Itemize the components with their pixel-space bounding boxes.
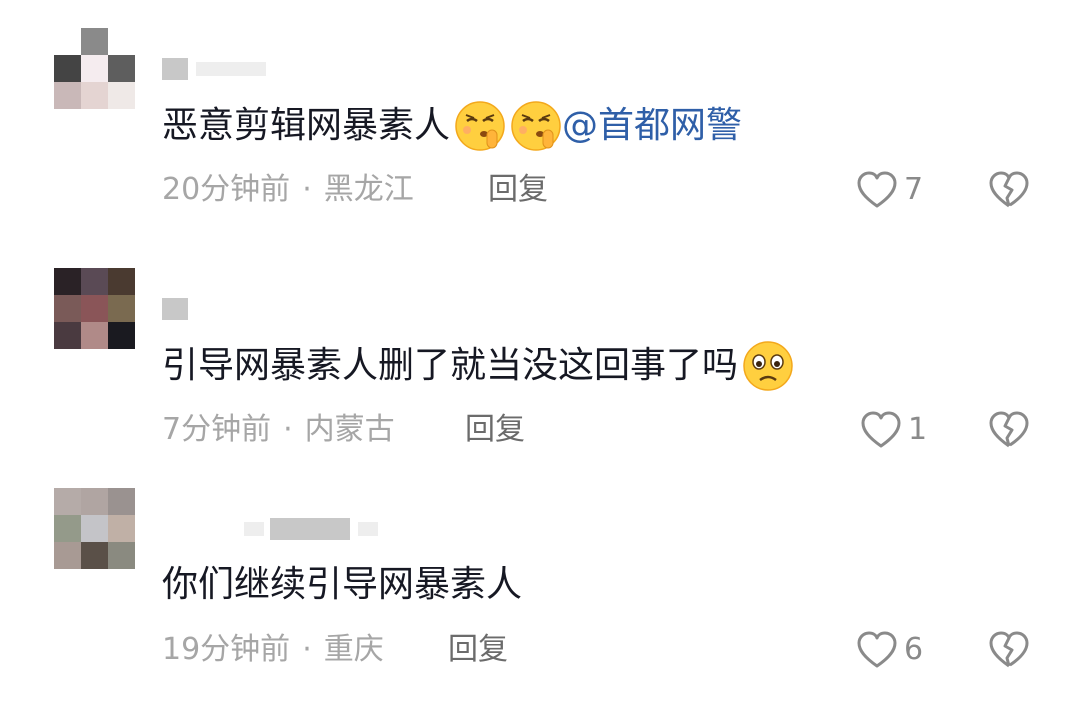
timestamp: 19分钟前 — [162, 632, 291, 667]
avatar-pixel — [108, 268, 135, 295]
avatar-pixel — [54, 55, 81, 82]
avatar-pixel — [81, 28, 108, 55]
meta-separator: · — [283, 412, 293, 447]
avatar-pixel — [54, 82, 81, 109]
comment-item: 你们继续引导网暴素人 19分钟前 · 重庆 回复 6 — [0, 482, 1080, 702]
avatar-pixel — [54, 488, 81, 515]
avatar[interactable] — [54, 488, 135, 569]
mention-link[interactable]: @首都网警 — [562, 101, 742, 151]
avatar-pixel — [108, 28, 135, 55]
avatar-pixel — [108, 295, 135, 322]
avatar[interactable] — [54, 268, 135, 349]
shush-emoji-icon — [455, 101, 505, 151]
dislike-button[interactable] — [988, 410, 1030, 450]
like-count: 1 — [908, 412, 928, 447]
comment-meta: 20分钟前 · 黑龙江 — [162, 170, 414, 210]
dislike-button[interactable] — [988, 630, 1030, 670]
comment-body: 恶意剪辑网暴素人 — [162, 105, 451, 146]
avatar-pixel — [81, 268, 108, 295]
username[interactable] — [162, 516, 378, 542]
avatar-pixel — [108, 488, 135, 515]
like-button[interactable]: 6 — [856, 630, 923, 670]
comment-meta: 7分钟前 · 内蒙古 — [162, 410, 395, 450]
like-count: 7 — [904, 172, 924, 207]
username-blurred — [162, 298, 188, 320]
heart-icon — [861, 411, 901, 448]
like-count: 6 — [904, 632, 924, 667]
comment-meta: 19分钟前 · 重庆 — [162, 630, 384, 670]
comment-text: 恶意剪辑网暴素人 @首都网警 — [162, 100, 742, 152]
broken-heart-icon — [989, 171, 1029, 208]
broken-heart-icon — [989, 411, 1029, 448]
reply-button[interactable]: 回复 — [465, 410, 525, 450]
sad-emoji-icon — [743, 341, 793, 391]
avatar-pixel — [54, 542, 81, 569]
avatar[interactable] — [54, 28, 135, 109]
avatar-pixel — [108, 82, 135, 109]
avatar-pixel — [81, 55, 108, 82]
username-blurred — [244, 522, 264, 536]
comment-body: 引导网暴素人删了就当没这回事了吗 — [162, 345, 739, 386]
dislike-button[interactable] — [988, 170, 1030, 210]
location: 黑龙江 — [323, 172, 414, 207]
reply-button[interactable]: 回复 — [448, 630, 508, 670]
shush-emoji-icon — [511, 101, 561, 151]
avatar-pixel — [54, 295, 81, 322]
avatar-pixel — [81, 295, 108, 322]
username-blurred — [162, 58, 188, 80]
avatar-pixel — [54, 268, 81, 295]
avatar-pixel — [108, 322, 135, 349]
username-blurred — [358, 522, 378, 536]
avatar-pixel — [108, 542, 135, 569]
avatar-pixel — [108, 515, 135, 542]
heart-icon — [857, 171, 897, 208]
timestamp: 7分钟前 — [162, 412, 272, 447]
avatar-pixel — [81, 82, 108, 109]
avatar-pixel — [81, 488, 108, 515]
heart-icon — [857, 631, 897, 668]
location: 重庆 — [323, 632, 384, 667]
avatar-pixel — [81, 515, 108, 542]
comment-text: 引导网暴素人删了就当没这回事了吗 — [162, 340, 794, 392]
meta-separator: · — [302, 172, 312, 207]
avatar-pixel — [81, 322, 108, 349]
meta-separator: · — [302, 632, 312, 667]
comment-body: 你们继续引导网暴素人 — [162, 564, 523, 605]
location: 内蒙古 — [304, 412, 395, 447]
avatar-pixel — [54, 28, 81, 55]
username-blurred — [270, 518, 350, 540]
username-blurred — [196, 62, 266, 76]
reply-button[interactable]: 回复 — [488, 170, 548, 210]
broken-heart-icon — [989, 631, 1029, 668]
like-button[interactable]: 1 — [860, 410, 927, 450]
like-button[interactable]: 7 — [856, 170, 923, 210]
comment-item: 恶意剪辑网暴素人 @首都网警 20分钟前 · 黑龙江 回复 7 — [0, 22, 1080, 242]
timestamp: 20分钟前 — [162, 172, 291, 207]
username[interactable] — [162, 56, 266, 82]
avatar-pixel — [54, 515, 81, 542]
comment-item: 引导网暴素人删了就当没这回事了吗 7分钟前 · 内蒙古 回复 1 — [0, 262, 1080, 482]
comment-text: 你们继续引导网暴素人 — [162, 560, 522, 610]
avatar-pixel — [81, 542, 108, 569]
avatar-pixel — [108, 55, 135, 82]
username[interactable] — [162, 296, 188, 322]
avatar-pixel — [54, 322, 81, 349]
